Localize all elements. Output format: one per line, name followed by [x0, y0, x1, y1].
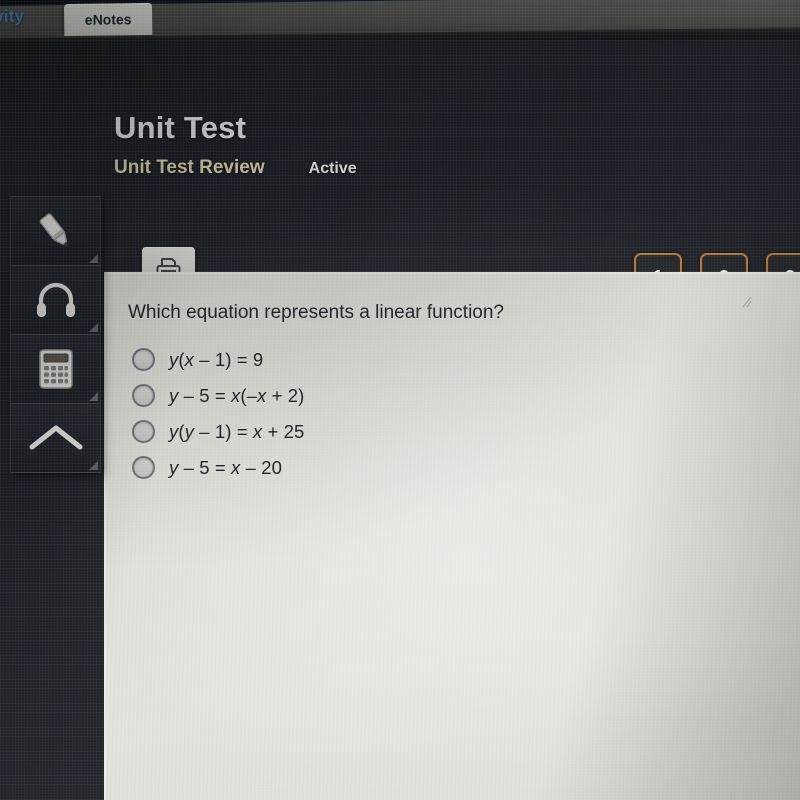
radio-button-c[interactable]	[132, 420, 155, 443]
answer-option-d-label: y – 5 = x – 20	[169, 456, 283, 478]
browser-tab-activity-label: ctivity	[0, 6, 25, 27]
tool-corner-indicator	[89, 392, 98, 401]
answer-options: y(x – 1) = 9 y – 5 = x(–x + 2) y(y – 1) …	[132, 348, 304, 479]
browser-tab-enotes-label: eNotes	[84, 11, 132, 28]
answer-option-b-label: y – 5 = x(–x + 2)	[169, 384, 305, 406]
question-prompt: Which equation represents a linear funct…	[128, 302, 505, 323]
tool-button-collapse[interactable]	[11, 404, 100, 473]
answer-option-d[interactable]: y – 5 = x – 20	[132, 456, 304, 479]
assignment-subtitle: Unit Test Review	[114, 157, 265, 178]
browser-tab-activity[interactable]: ctivity	[0, 7, 24, 28]
tool-button-audio[interactable]	[11, 266, 100, 335]
radio-button-d[interactable]	[132, 456, 155, 479]
tool-button-highlighter[interactable]	[11, 197, 100, 266]
highlighter-pen-icon	[39, 213, 68, 247]
tool-corner-indicator	[89, 461, 98, 470]
tool-corner-indicator	[89, 323, 98, 332]
question-panel: Which equation represents a linear funct…	[104, 272, 800, 800]
tool-rail	[10, 196, 101, 473]
subtitle-row: Unit Test Review Active	[114, 157, 357, 179]
answer-option-a[interactable]: y(x – 1) = 9	[132, 348, 304, 371]
chevron-up-icon	[29, 425, 82, 450]
resize-handle-icon[interactable]	[742, 296, 752, 308]
tool-button-calculator[interactable]	[11, 335, 100, 404]
answer-option-c[interactable]: y(y – 1) = x + 25	[132, 420, 304, 443]
browser-tab-strip: ctivity eNotes	[0, 0, 800, 40]
title-block: Unit Test Unit Test Review Active	[114, 112, 357, 179]
calculator-icon	[38, 349, 73, 389]
answer-option-c-label: y(y – 1) = x + 25	[169, 420, 305, 442]
headphones-icon	[36, 282, 75, 317]
status-badge: Active	[308, 160, 357, 177]
answer-option-a-label: y(x – 1) = 9	[169, 348, 264, 370]
answer-option-b[interactable]: y – 5 = x(–x + 2)	[132, 384, 304, 407]
browser-tab-enotes[interactable]: eNotes	[63, 2, 153, 37]
radio-button-a[interactable]	[132, 348, 155, 371]
page-title: Unit Test	[114, 110, 247, 145]
app-header: Unit Test Unit Test Review Active 1 2 3	[0, 40, 800, 301]
screenshot-root: ctivity eNotes Unit Test Unit Test Revie…	[0, 0, 800, 800]
tool-corner-indicator	[89, 254, 98, 263]
radio-button-b[interactable]	[132, 384, 155, 407]
